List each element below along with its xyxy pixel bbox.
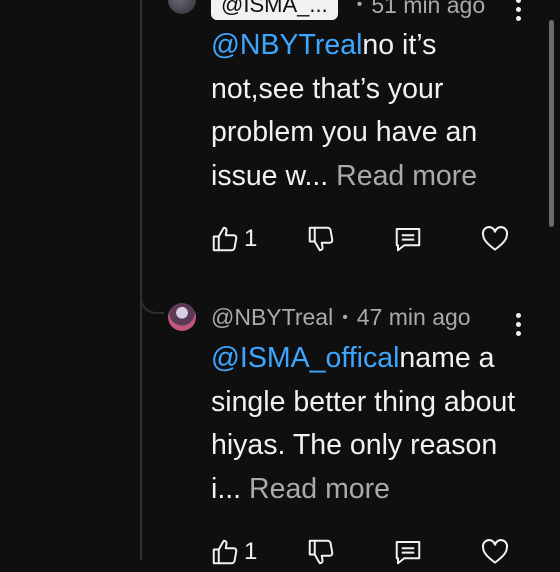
reply-icon xyxy=(395,228,421,252)
comment-timestamp: 47 min ago xyxy=(356,304,471,330)
comment-meta: @NBYTreal • 47 min ago xyxy=(211,304,471,331)
reply-button[interactable] xyxy=(393,219,423,259)
like-count: 1 xyxy=(244,225,258,252)
like-button[interactable]: 1 xyxy=(210,219,257,259)
reply-button[interactable] xyxy=(393,532,423,572)
heart-button[interactable] xyxy=(480,532,510,572)
thumbs-up-icon xyxy=(212,539,238,565)
mention-link[interactable]: @ISMA_offical xyxy=(211,342,399,374)
comment-actions: 1 xyxy=(210,219,520,259)
comment-timestamp: 51 min ago xyxy=(371,0,486,18)
comment-meta: @ISMA_... • 51 min ago xyxy=(211,0,485,20)
read-more-link[interactable]: Read more xyxy=(336,160,477,192)
read-more-link[interactable]: Read more xyxy=(249,473,390,505)
heart-button[interactable] xyxy=(480,219,510,259)
more-vert-icon[interactable] xyxy=(513,0,523,21)
scrollbar[interactable] xyxy=(549,20,554,227)
thumbs-down-icon xyxy=(308,539,334,565)
heart-icon xyxy=(481,226,509,251)
thumbs-up-icon xyxy=(212,226,238,252)
dislike-button[interactable] xyxy=(306,532,336,572)
avatar[interactable] xyxy=(168,303,196,331)
reply-icon xyxy=(395,541,421,565)
dislike-button[interactable] xyxy=(306,219,336,259)
author-handle[interactable]: @ISMA_... xyxy=(211,0,338,20)
comment-actions: 1 xyxy=(210,532,520,572)
comment-body: @NBYTrealno it’s not,see that’s your pro… xyxy=(211,24,521,198)
thread-branch xyxy=(140,280,164,314)
like-count: 1 xyxy=(244,538,258,565)
separator-dot: • xyxy=(356,0,363,13)
avatar[interactable] xyxy=(168,0,196,14)
like-button[interactable]: 1 xyxy=(210,532,257,572)
comment-body: @ISMA_officalname a single better thing … xyxy=(211,337,521,511)
author-handle[interactable]: @NBYTreal xyxy=(211,304,333,331)
heart-icon xyxy=(481,539,509,564)
thumbs-down-icon xyxy=(308,226,334,252)
more-vert-icon[interactable] xyxy=(513,313,523,336)
separator-dot: • xyxy=(342,308,348,326)
mention-link[interactable]: @NBYTreal xyxy=(211,29,362,61)
